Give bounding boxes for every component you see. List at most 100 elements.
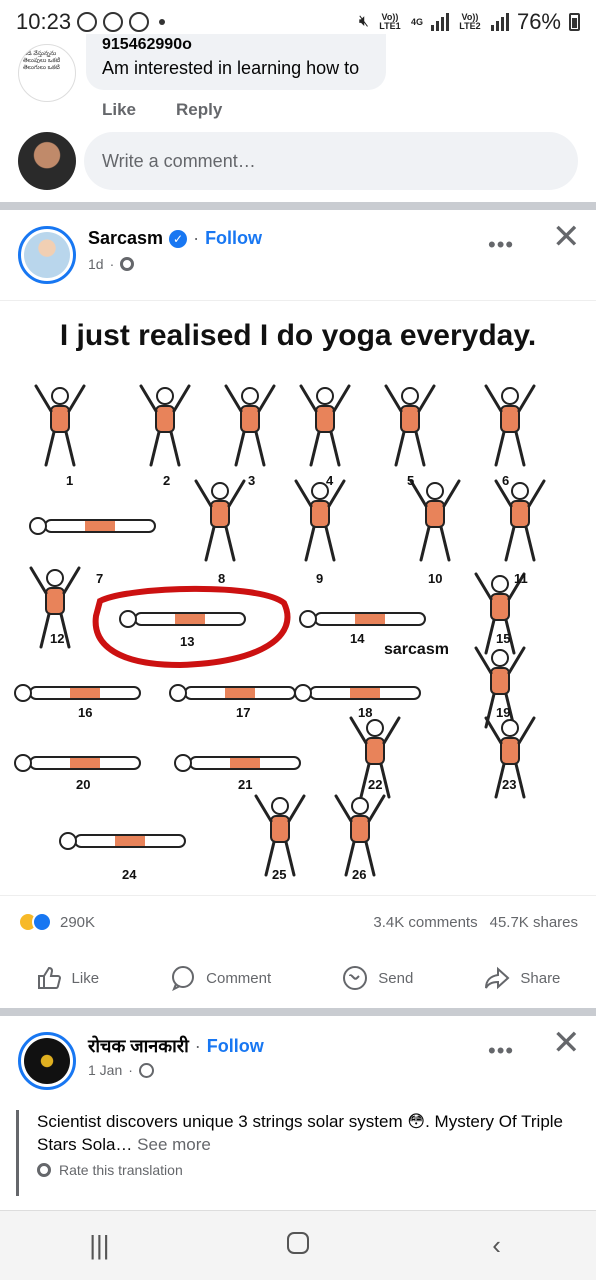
verified-badge-icon: ✓ (169, 229, 188, 248)
messenger-icon (343, 966, 368, 990)
page2-avatar-image (24, 1038, 70, 1084)
share-label: Share (520, 969, 561, 987)
pose-number-22: 22 (368, 777, 383, 792)
page2-name-row: रोचक जानकारी · Follow (88, 1034, 264, 1058)
close-icon[interactable]: ✕ (552, 220, 581, 254)
yoga-pose-25 (254, 794, 306, 877)
comment-text: Am interested in learning how to (102, 58, 360, 78)
battery-percent: 76% (516, 9, 561, 34)
yoga-pose-2 (139, 384, 191, 467)
more-options-icon[interactable]: ••• (488, 232, 514, 258)
commenter-avatar[interactable]: పిడి వేస్తున్నను తెలుపులు ఒకటి తెలుగులు … (18, 44, 76, 102)
comment-author[interactable]: 915462990o (102, 36, 370, 54)
post2-time[interactable]: 1 Jan (88, 1062, 122, 1078)
pose-number-16: 16 (78, 705, 93, 720)
share-button[interactable]: Share (484, 965, 560, 991)
reactions-bar: 290K 3.4K comments 45.7K shares (0, 898, 596, 946)
like-reaction-icon (32, 912, 52, 932)
page-avatar[interactable] (18, 226, 76, 284)
signal-icon-2 (490, 13, 509, 31)
pose-number-24: 24 (122, 867, 137, 882)
separator-dot: · (128, 1062, 133, 1078)
close-icon-2[interactable]: ✕ (552, 1026, 581, 1060)
comments-count[interactable]: 3.4K comments (373, 914, 477, 931)
yoga-pose-9 (294, 479, 346, 562)
app-notification-icon-2 (129, 12, 150, 32)
comment-reply-link[interactable]: Reply (176, 100, 222, 120)
page-name[interactable]: Sarcasm (88, 228, 163, 249)
comment-area: పిడి వేస్తున్నను తెలుపులు ఒకటి తెలుగులు … (0, 34, 596, 200)
status-time: 10:23 (16, 9, 72, 34)
more-notifications-icon (159, 19, 166, 25)
pose-number-8: 8 (218, 571, 226, 586)
like-label: Like (71, 969, 100, 987)
globe-icon (138, 1062, 154, 1078)
pose-number-21: 21 (238, 777, 253, 792)
translated-text-block: Scientist discovers unique 3 strings sol… (16, 1110, 576, 1196)
pose-number-20: 20 (76, 777, 91, 792)
post-time[interactable]: 1d (88, 256, 104, 272)
yoga-pose-24 (59, 832, 186, 850)
rate-translation-label: Rate this translation (59, 1162, 183, 1178)
comment-like-link[interactable]: Like (102, 100, 136, 120)
pose-number-19: 19 (496, 705, 511, 720)
yoga-pose-5 (384, 384, 436, 467)
signal-icon (430, 13, 449, 31)
whatsapp-icon (77, 12, 98, 32)
thumbs-up-icon (37, 966, 61, 989)
page2-avatar[interactable] (18, 1032, 76, 1090)
post2-body: Scientist discovers unique 3 strings sol… (37, 1112, 564, 1154)
write-comment-input[interactable]: Write a comment… (84, 132, 578, 190)
see-more-link[interactable]: See more (137, 1135, 211, 1154)
gear-icon (37, 1163, 51, 1177)
pose-number-13: 13 (180, 634, 195, 649)
gear-icon (120, 257, 135, 271)
comment-bubble[interactable]: 915462990o Am interested in learning how… (86, 34, 386, 90)
yoga-pose-11 (494, 479, 546, 562)
network-lte2: Vo)) LTE2 (459, 12, 481, 31)
pose-number-17: 17 (236, 705, 251, 720)
back-button[interactable]: ‹ (467, 1230, 527, 1261)
page-name-row: Sarcasm ✓ · Follow (88, 228, 262, 249)
follow-button-2[interactable]: Follow (207, 1036, 264, 1057)
follow-button[interactable]: Follow (205, 228, 262, 249)
send-button[interactable]: Send (342, 965, 413, 991)
yoga-pose-10 (409, 479, 461, 562)
yoga-pose-16 (14, 684, 141, 702)
like-button[interactable]: Like (36, 965, 100, 991)
more-options-icon-2[interactable]: ••• (488, 1038, 514, 1064)
reaction-count[interactable]: 290K (60, 914, 95, 931)
post-divider-2 (0, 1008, 596, 1016)
network-4g: 4G (410, 16, 423, 27)
comment-button[interactable]: Comment (170, 965, 271, 991)
pose-number-4: 4 (326, 473, 334, 488)
yoga-pose-3 (224, 384, 276, 467)
pose-number-2: 2 (163, 473, 171, 488)
post-divider (0, 202, 596, 210)
yoga-pose-4 (299, 384, 351, 467)
separator-dot: · (109, 256, 115, 272)
yoga-poses-illustration (14, 384, 546, 877)
post2-meta: 1 Jan · (88, 1062, 154, 1078)
separator-dot: · (193, 228, 200, 248)
post-header: Sarcasm ✓ · Follow 1d · ••• ✕ (0, 212, 596, 300)
pose-number-12: 12 (50, 631, 65, 646)
rate-translation[interactable]: Rate this translation (37, 1162, 576, 1178)
page-avatar-image (24, 232, 70, 278)
commenter-avatar-text: పిడి వేస్తున్నను తెలుపులు ఒకటి తెలుగులు … (23, 51, 61, 71)
home-button[interactable] (268, 1230, 328, 1261)
network-lte1: Vo)) LTE1 (379, 12, 401, 31)
recent-apps-button[interactable]: ||| (69, 1230, 129, 1261)
pose-number-23: 23 (502, 777, 517, 792)
yoga-pose-1 (34, 384, 86, 467)
post-image[interactable]: I just realised I do yoga everyday. 1234… (0, 300, 596, 896)
page2-name[interactable]: रोचक जानकारी (88, 1034, 189, 1058)
home-icon (286, 1232, 309, 1254)
comment-label: Comment (206, 969, 272, 987)
post-actions: Like Comment Send Share (0, 950, 596, 1006)
yoga-pose-18 (294, 684, 421, 702)
pose-number-25: 25 (272, 867, 287, 882)
yoga-pose-14 (299, 610, 426, 628)
reaction-icons[interactable] (18, 912, 52, 932)
shares-count[interactable]: 45.7K shares (490, 914, 578, 931)
